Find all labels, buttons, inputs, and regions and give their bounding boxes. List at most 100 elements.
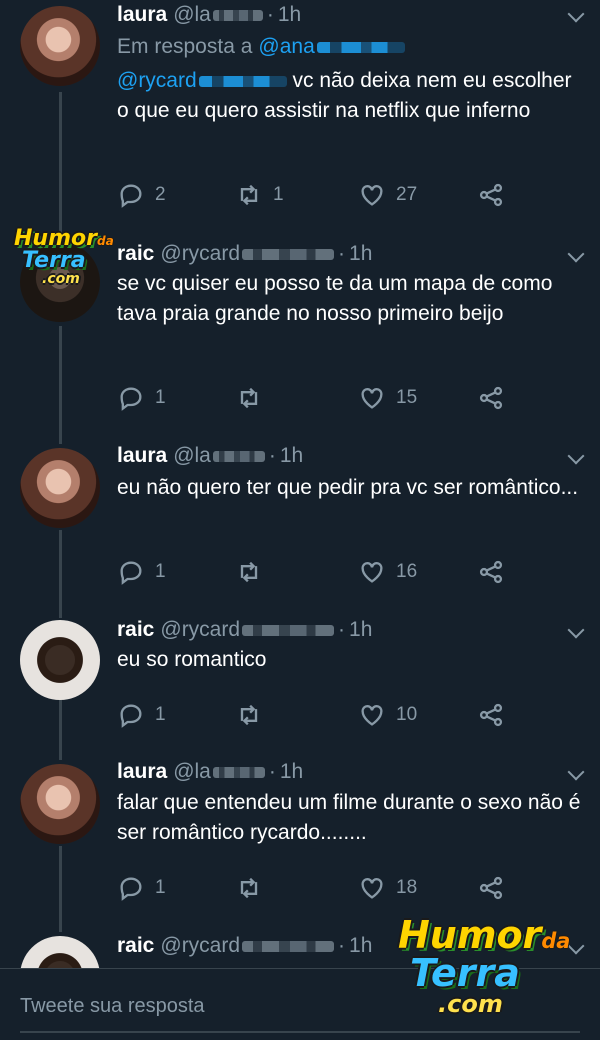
tweet-text: falar que entendeu um filme durante o se…	[117, 791, 581, 844]
retweet-count: 1	[273, 184, 284, 205]
like-button[interactable]: 15	[358, 383, 417, 413]
heart-icon	[361, 185, 383, 206]
like-button[interactable]: 27	[358, 180, 417, 210]
user-handle[interactable]: @la	[173, 3, 211, 27]
avatar[interactable]	[20, 936, 100, 968]
chevron-down-icon[interactable]	[567, 763, 585, 781]
share-button[interactable]	[477, 383, 505, 413]
like-count: 10	[396, 704, 418, 725]
avatar[interactable]	[20, 448, 100, 528]
share-button[interactable]	[477, 873, 505, 903]
retweet-icon	[240, 704, 258, 726]
tweet[interactable]: laura @la · 1h Em resposta a @ana @rycar…	[0, 0, 600, 230]
tweet-text: eu não quero ter que pedir pra vc ser ro…	[117, 476, 579, 499]
like-count: 16	[396, 561, 418, 582]
user-handle[interactable]: @la	[173, 444, 211, 468]
retweet-icon	[240, 387, 258, 409]
watermark-logo: Humorda Terra .com	[398, 913, 571, 1018]
tweet[interactable]: raic @rycard · 1h eu so romantico 1 10	[0, 614, 600, 754]
retweet-button[interactable]	[235, 383, 273, 413]
reply-icon	[120, 561, 142, 585]
user-handle[interactable]: @rycard	[160, 618, 240, 642]
tweet-text: se vc quiser eu posso te da um mapa de c…	[117, 272, 553, 325]
tweet-text: eu so romantico	[117, 648, 267, 671]
display-name[interactable]: laura	[117, 444, 167, 468]
tweet-header: laura @la · 1h	[117, 760, 304, 784]
tweet-actions: 1 10	[117, 700, 517, 730]
reply-count: 1	[155, 561, 166, 582]
display-name[interactable]: raic	[117, 934, 154, 958]
user-handle[interactable]: @la	[173, 760, 211, 784]
reply-button[interactable]: 1	[117, 700, 166, 730]
reply-button[interactable]: 1	[117, 383, 166, 413]
tweet-header: raic @rycard · 1h	[117, 934, 373, 958]
like-count: 27	[396, 184, 418, 205]
reply-count: 2	[155, 184, 166, 205]
display-name[interactable]: laura	[117, 760, 167, 784]
mention-link[interactable]: @rycard	[117, 69, 197, 92]
avatar[interactable]	[20, 620, 100, 700]
timestamp[interactable]: 1h	[280, 760, 303, 784]
display-name[interactable]: raic	[117, 618, 154, 642]
retweet-button[interactable]	[235, 700, 273, 730]
reply-button[interactable]: 1	[117, 557, 166, 587]
avatar[interactable]	[20, 764, 100, 844]
user-handle[interactable]: @rycard	[160, 242, 240, 266]
like-count: 15	[396, 387, 418, 408]
reply-icon	[120, 704, 142, 728]
reply-count: 1	[155, 704, 166, 725]
timestamp[interactable]: 1h	[280, 444, 303, 468]
heart-icon	[361, 878, 383, 899]
chevron-down-icon[interactable]	[567, 621, 585, 639]
display-name[interactable]: raic	[117, 242, 154, 266]
redacted-handle	[242, 940, 335, 952]
reply-button[interactable]: 2	[117, 180, 166, 210]
display-name[interactable]: laura	[117, 3, 167, 27]
redacted-handle	[242, 248, 335, 260]
redacted-handle	[212, 450, 265, 462]
chevron-down-icon[interactable]	[567, 5, 585, 23]
reply-button[interactable]: 1	[117, 873, 166, 903]
reply-icon	[120, 877, 142, 901]
timestamp[interactable]: 1h	[349, 618, 372, 642]
share-icon	[479, 703, 503, 727]
redacted-handle	[212, 766, 265, 778]
retweet-icon	[240, 184, 258, 206]
retweet-button[interactable]	[235, 873, 273, 903]
share-icon	[479, 386, 503, 410]
chevron-down-icon[interactable]	[567, 447, 585, 465]
tweet[interactable]: laura @la · 1h eu não quero ter que pedi…	[0, 442, 600, 612]
tweet-header: raic @rycard · 1h	[117, 618, 373, 642]
like-button[interactable]: 10	[358, 700, 417, 730]
retweet-button[interactable]: 1	[235, 180, 284, 210]
tweet-actions: 1 18	[117, 873, 517, 903]
reply-to-link[interactable]: @ana	[258, 35, 314, 59]
retweet-icon	[240, 561, 258, 583]
share-button[interactable]	[477, 180, 505, 210]
avatar[interactable]	[20, 6, 100, 86]
retweet-icon	[240, 877, 258, 899]
like-button[interactable]: 16	[358, 557, 417, 587]
like-count: 18	[396, 877, 418, 898]
share-icon	[479, 183, 503, 207]
timestamp[interactable]: 1h	[349, 934, 372, 958]
heart-icon	[361, 562, 383, 583]
timestamp[interactable]: 1h	[278, 3, 301, 27]
retweet-button[interactable]	[235, 557, 273, 587]
reply-count: 1	[155, 877, 166, 898]
reply-context: Em resposta a @ana	[117, 33, 405, 61]
tweet[interactable]: laura @la · 1h falar que entendeu um fil…	[0, 758, 600, 930]
share-button[interactable]	[477, 700, 505, 730]
redacted-handle	[316, 41, 405, 53]
chevron-down-icon[interactable]	[567, 245, 585, 263]
share-icon	[479, 876, 503, 900]
heart-icon	[361, 388, 383, 409]
user-handle[interactable]: @rycard	[160, 934, 240, 958]
like-button[interactable]: 18	[358, 873, 417, 903]
reply-icon	[120, 387, 142, 411]
tweet-actions: 2 1 27	[117, 180, 517, 210]
redacted-handle	[198, 76, 287, 87]
share-icon	[479, 560, 503, 584]
share-button[interactable]	[477, 557, 505, 587]
timestamp[interactable]: 1h	[349, 242, 372, 266]
